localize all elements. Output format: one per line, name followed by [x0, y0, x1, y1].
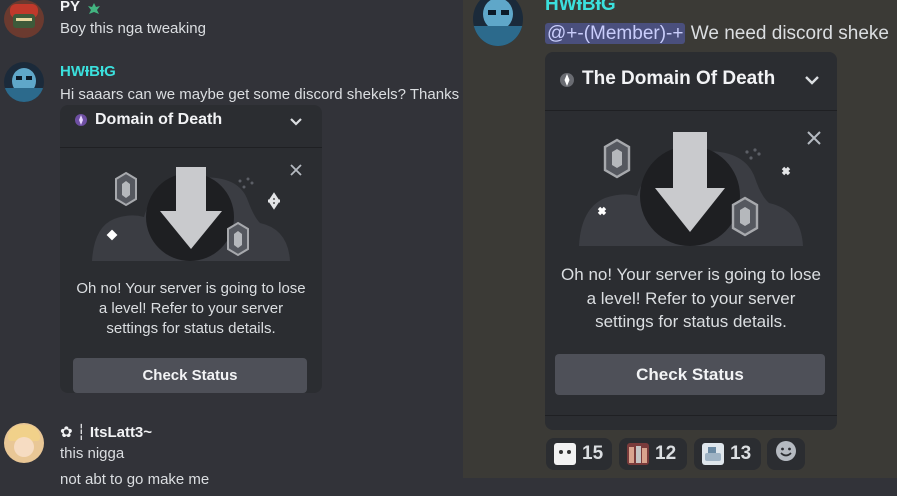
server-boost-card: The Domain Of Death Oh no! Your server i…	[545, 52, 837, 430]
card-title: The Domain Of Death	[582, 68, 776, 89]
reaction-count: 13	[730, 443, 752, 464]
level-down-illustration	[579, 132, 803, 246]
avatar[interactable]	[473, 0, 523, 46]
group-photo-emoji-icon	[627, 443, 649, 465]
anime-face-emoji-icon	[554, 443, 576, 465]
check-status-button[interactable]: Check Status	[555, 354, 825, 395]
message-text: Hi saaars can we maybe get some discord …	[60, 86, 460, 103]
card-divider	[545, 415, 837, 416]
card-header[interactable]: The Domain Of Death	[545, 52, 837, 108]
card-body-text: Oh no! Your server is going to lose a le…	[76, 280, 306, 337]
reaction-button[interactable]: 15	[546, 438, 612, 470]
message-text: not abt to go make me	[60, 471, 210, 488]
message-text: @+-(Member)-+ We need discord sheke	[545, 21, 889, 47]
card-divider	[545, 110, 837, 111]
badge-icon	[86, 1, 100, 15]
chevron-down-icon[interactable]	[289, 114, 303, 132]
message-body: We need discord sheke	[690, 23, 889, 44]
avatar[interactable]	[4, 0, 44, 38]
card-divider	[60, 147, 322, 148]
avatar[interactable]	[4, 62, 44, 102]
server-boost-card: Domain of Death Oh no! Your server is go…	[60, 105, 322, 393]
message-text: this nigga	[60, 445, 125, 462]
username[interactable]: ✿ ┆ ItsLatt3~	[60, 423, 152, 441]
card-header[interactable]: Domain of Death	[60, 105, 322, 139]
smiley-icon	[775, 440, 797, 468]
role-mention[interactable]: @+-(Member)-+	[545, 23, 686, 44]
avatar[interactable]	[4, 423, 44, 463]
reaction-button[interactable]: 13	[694, 438, 761, 470]
left-chat-panel: PY Boy this nga tweaking HWƗBƗG Hi saaar…	[0, 0, 463, 496]
username[interactable]: PY	[60, 0, 100, 15]
username[interactable]: HWƗBƗG	[60, 63, 116, 80]
chevron-down-icon[interactable]	[804, 73, 820, 91]
message-text: Boy this nga tweaking	[60, 20, 206, 37]
domain-icon	[559, 72, 575, 88]
right-chat-panel: HWƗBƗG @+-(Member)-+ We need discord she…	[463, 0, 897, 478]
sketch-emoji-icon	[702, 443, 724, 465]
card-body-text: Oh no! Your server is going to lose a le…	[561, 265, 821, 331]
username[interactable]: HWƗBƗG	[545, 0, 616, 16]
add-reaction-button[interactable]	[767, 438, 805, 470]
domain-icon	[74, 113, 88, 127]
card-title: Domain of Death	[95, 111, 223, 128]
close-icon[interactable]	[806, 130, 822, 151]
reaction-count: 15	[582, 443, 604, 464]
level-down-illustration	[92, 167, 290, 261]
check-status-button[interactable]: Check Status	[73, 358, 307, 393]
reaction-button[interactable]: 12	[619, 438, 687, 470]
reaction-count: 12	[655, 443, 677, 464]
